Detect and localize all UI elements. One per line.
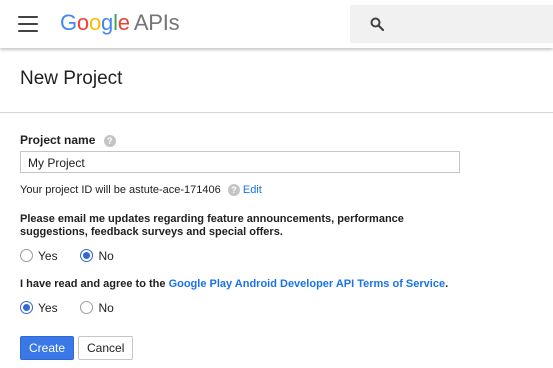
search-box[interactable] <box>350 5 553 43</box>
email-question-line-2: suggestions, feedback surveys and specia… <box>20 226 283 238</box>
help-icon[interactable]: ? <box>103 134 116 147</box>
project-id-text: Your project ID will be astute-ace-17140… <box>20 184 221 196</box>
terms-of-service-link[interactable]: Google Play Android Developer API Terms … <box>169 278 446 290</box>
email-yes-label[interactable]: Yes <box>38 249 58 263</box>
cancel-button[interactable]: Cancel <box>78 336 134 360</box>
edit-project-id-link[interactable]: Edit <box>243 184 262 196</box>
email-no-label[interactable]: No <box>98 249 113 263</box>
email-no-radio[interactable] <box>80 249 94 263</box>
email-radio-group: Yes No <box>20 247 114 265</box>
email-question-line-1: Please email me updates regarding featur… <box>20 213 404 225</box>
page-title: New Project <box>20 68 123 89</box>
project-id-help-icon[interactable]: ? <box>227 184 240 197</box>
project-id-row: Your project ID will be astute-ace-17140… <box>20 184 262 197</box>
terms-yes-radio[interactable] <box>20 301 33 315</box>
project-name-label-row: Project name ? <box>20 133 116 147</box>
google-apis-logo[interactable]: Google APIs <box>60 10 180 36</box>
terms-radio-group: Yes No <box>20 299 114 317</box>
email-question: Please email me updates regarding featur… <box>20 213 404 239</box>
terms-suffix: . <box>445 278 449 290</box>
page-header: New Project <box>0 48 553 113</box>
terms-yes-label[interactable]: Yes <box>38 301 58 315</box>
terms-no-label[interactable]: No <box>98 301 113 315</box>
email-yes-radio[interactable] <box>20 249 33 263</box>
project-name-input[interactable]: My Project <box>20 151 460 173</box>
search-icon <box>370 17 384 31</box>
terms-no-radio[interactable] <box>80 301 94 315</box>
create-button[interactable]: Create <box>20 336 75 360</box>
top-app-bar: Google APIs <box>0 0 553 48</box>
terms-statement: I have read and agree to the Google Play… <box>20 278 448 290</box>
hamburger-menu-icon[interactable] <box>18 16 38 32</box>
project-name-label: Project name <box>20 133 96 147</box>
terms-prefix: I have read and agree to the <box>20 278 169 290</box>
